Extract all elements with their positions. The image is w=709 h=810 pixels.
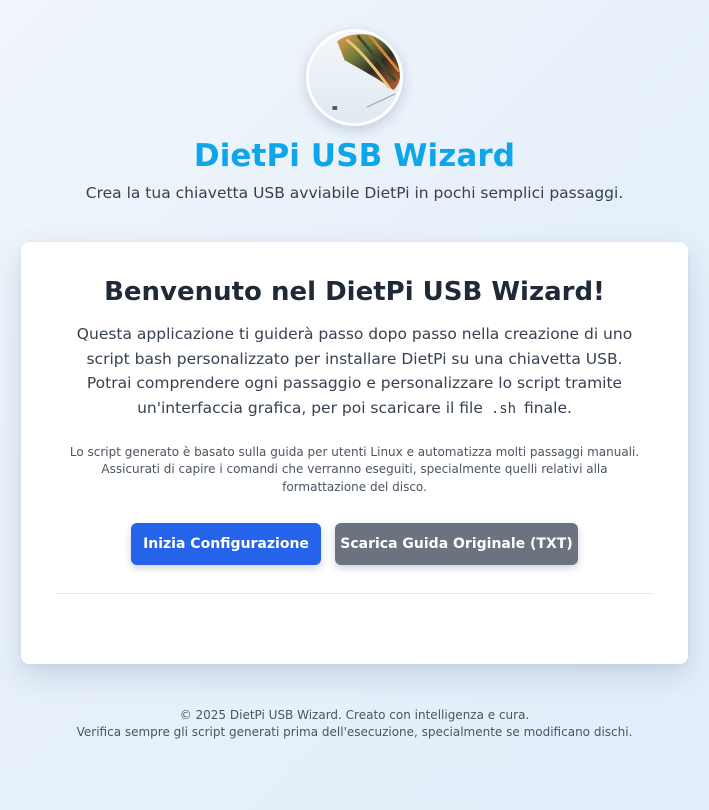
intro-text-end: finale. (524, 398, 572, 417)
welcome-intro: Questa applicazione ti guiderà passo dop… (65, 322, 644, 421)
warning-note: Lo script generato è basato sulla guida … (69, 445, 640, 494)
divider (56, 593, 653, 594)
download-guide-button[interactable]: Scarica Guida Originale (TXT) (335, 523, 578, 565)
app-subtitle: Crea la tua chiavetta USB avviabile Diet… (85, 184, 624, 202)
start-configuration-button[interactable]: Inizia Configurazione (131, 523, 321, 565)
hot-air-balloon-icon (309, 32, 400, 123)
app-logo (306, 29, 403, 126)
welcome-title: Benvenuto nel DietPi USB Wizard! (104, 277, 605, 307)
welcome-card: Benvenuto nel DietPi USB Wizard! Questa … (21, 242, 688, 664)
app-title: DietPi USB Wizard (193, 138, 516, 174)
footer-disclaimer: Verifica sempre gli script generati prim… (76, 725, 633, 739)
page-footer: © 2025 DietPi USB Wizard. Creato con int… (0, 707, 709, 741)
file-extension-code: .sh (490, 400, 517, 417)
footer-copyright: © 2025 DietPi USB Wizard. Creato con int… (179, 708, 530, 722)
